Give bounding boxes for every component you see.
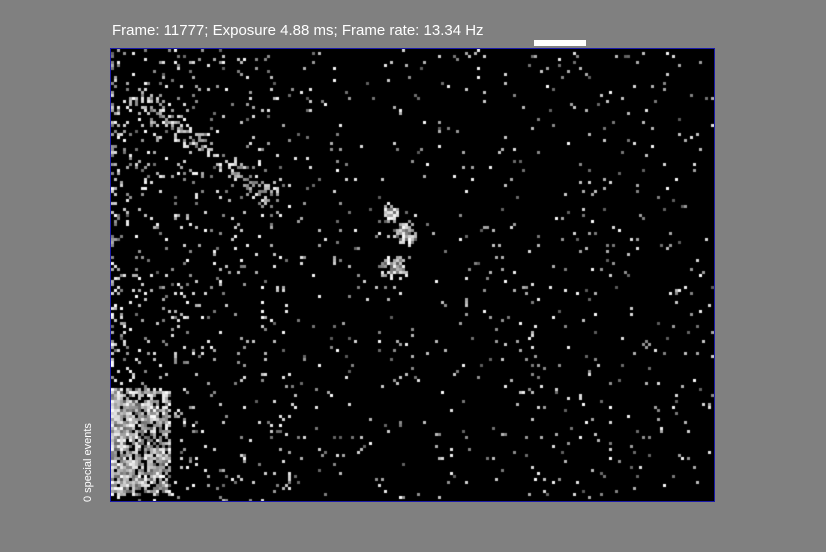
acquisition-progress-bar (534, 40, 586, 46)
camera-image-view[interactable] (110, 48, 715, 502)
special-events-label: 0 special events (82, 423, 94, 502)
progress-fill (534, 40, 586, 46)
event-frame-image (111, 49, 714, 501)
acquisition-status: Frame: 11777; Exposure 4.88 ms; Frame ra… (112, 22, 484, 39)
